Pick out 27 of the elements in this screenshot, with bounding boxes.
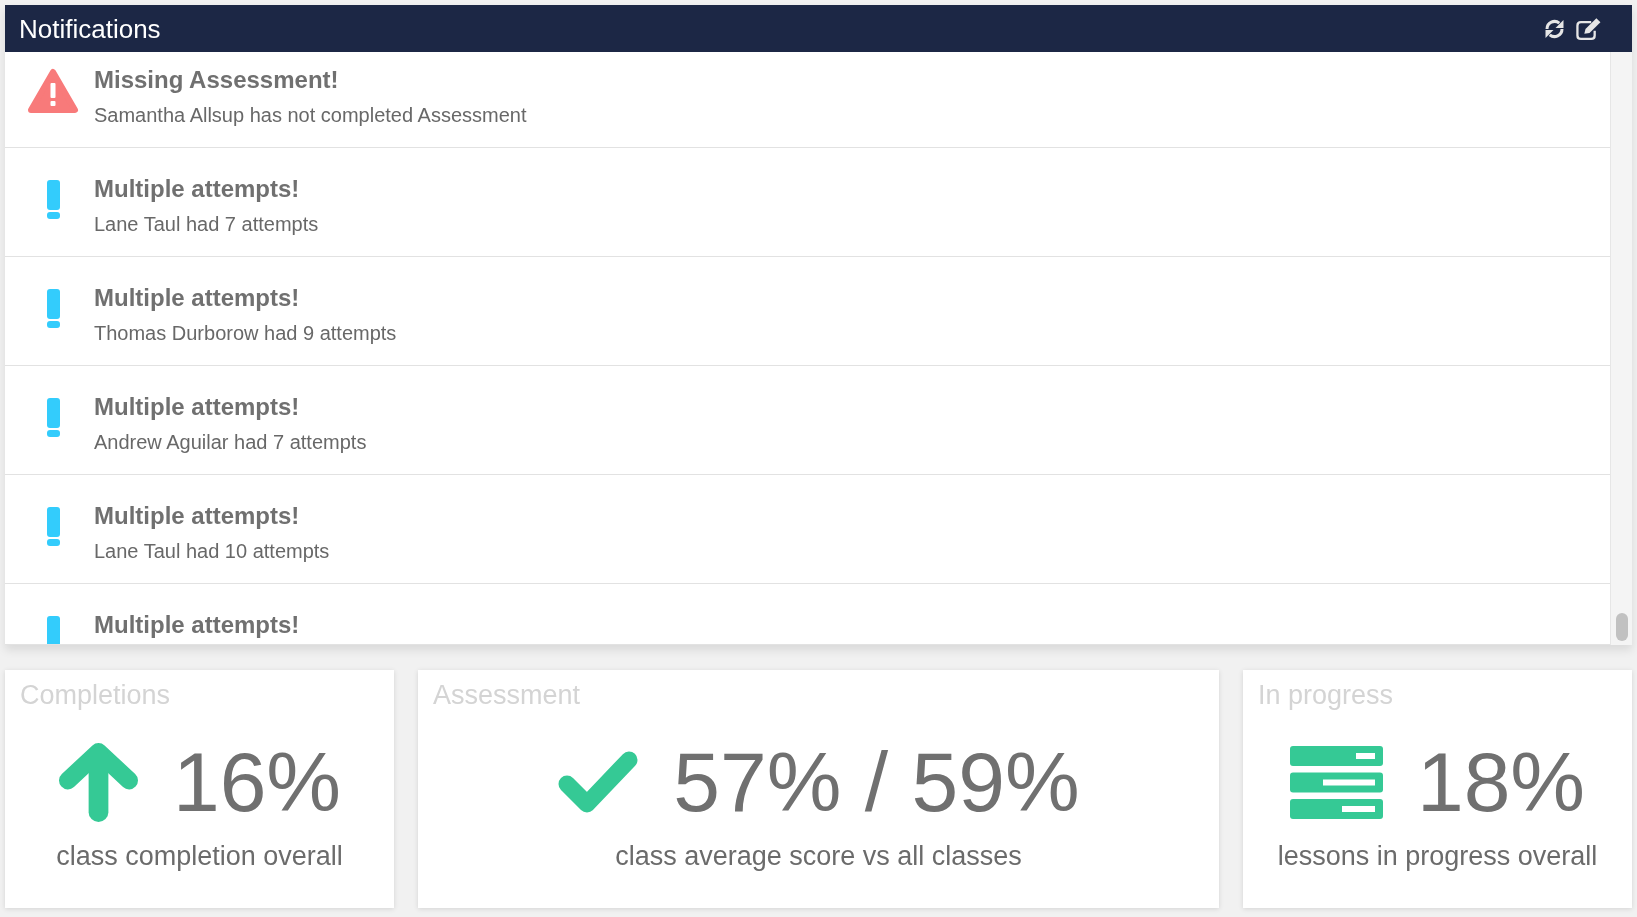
notification-message: Lane Taul had 7 attempts [94, 212, 319, 237]
notification-title: Multiple attempts! [94, 502, 300, 530]
notification-message: Thomas Durborow had 9 attempts [94, 321, 397, 346]
exclamation-icon [46, 180, 60, 219]
stacked-bars-icon [1289, 745, 1383, 819]
notification-title: Multiple attempts! [94, 611, 300, 639]
scrollbar-thumb[interactable] [1615, 613, 1628, 641]
stat-value: 57% / 59% [673, 737, 1080, 827]
exclamation-icon [46, 616, 60, 644]
check-icon [557, 750, 640, 814]
exclamation-icon [46, 398, 60, 437]
exclamation-icon [46, 507, 60, 546]
stat-value: 18% [1416, 737, 1586, 827]
notification-message: Samantha Allsup has not completed Assessment [94, 103, 527, 128]
warning-icon [27, 67, 79, 115]
stat-value: 16% [172, 737, 342, 827]
notification-title: Multiple attempts! [94, 175, 300, 203]
stat-caption: class completion overall [56, 840, 343, 873]
stat-caption: lessons in progress overall [1277, 840, 1598, 873]
notification-message: Lane Taul had 10 attempts [94, 539, 330, 564]
notification-title: Missing Assessment! [94, 66, 339, 94]
stat-caption: class average score vs all classes [615, 840, 1022, 873]
notification-title: Multiple attempts! [94, 393, 300, 421]
notification-message: Andrew Aguilar had 7 attempts [94, 430, 367, 455]
panel-title: Notifications [19, 12, 161, 45]
exclamation-icon [46, 289, 60, 328]
notification-title: Multiple attempts! [94, 284, 300, 312]
